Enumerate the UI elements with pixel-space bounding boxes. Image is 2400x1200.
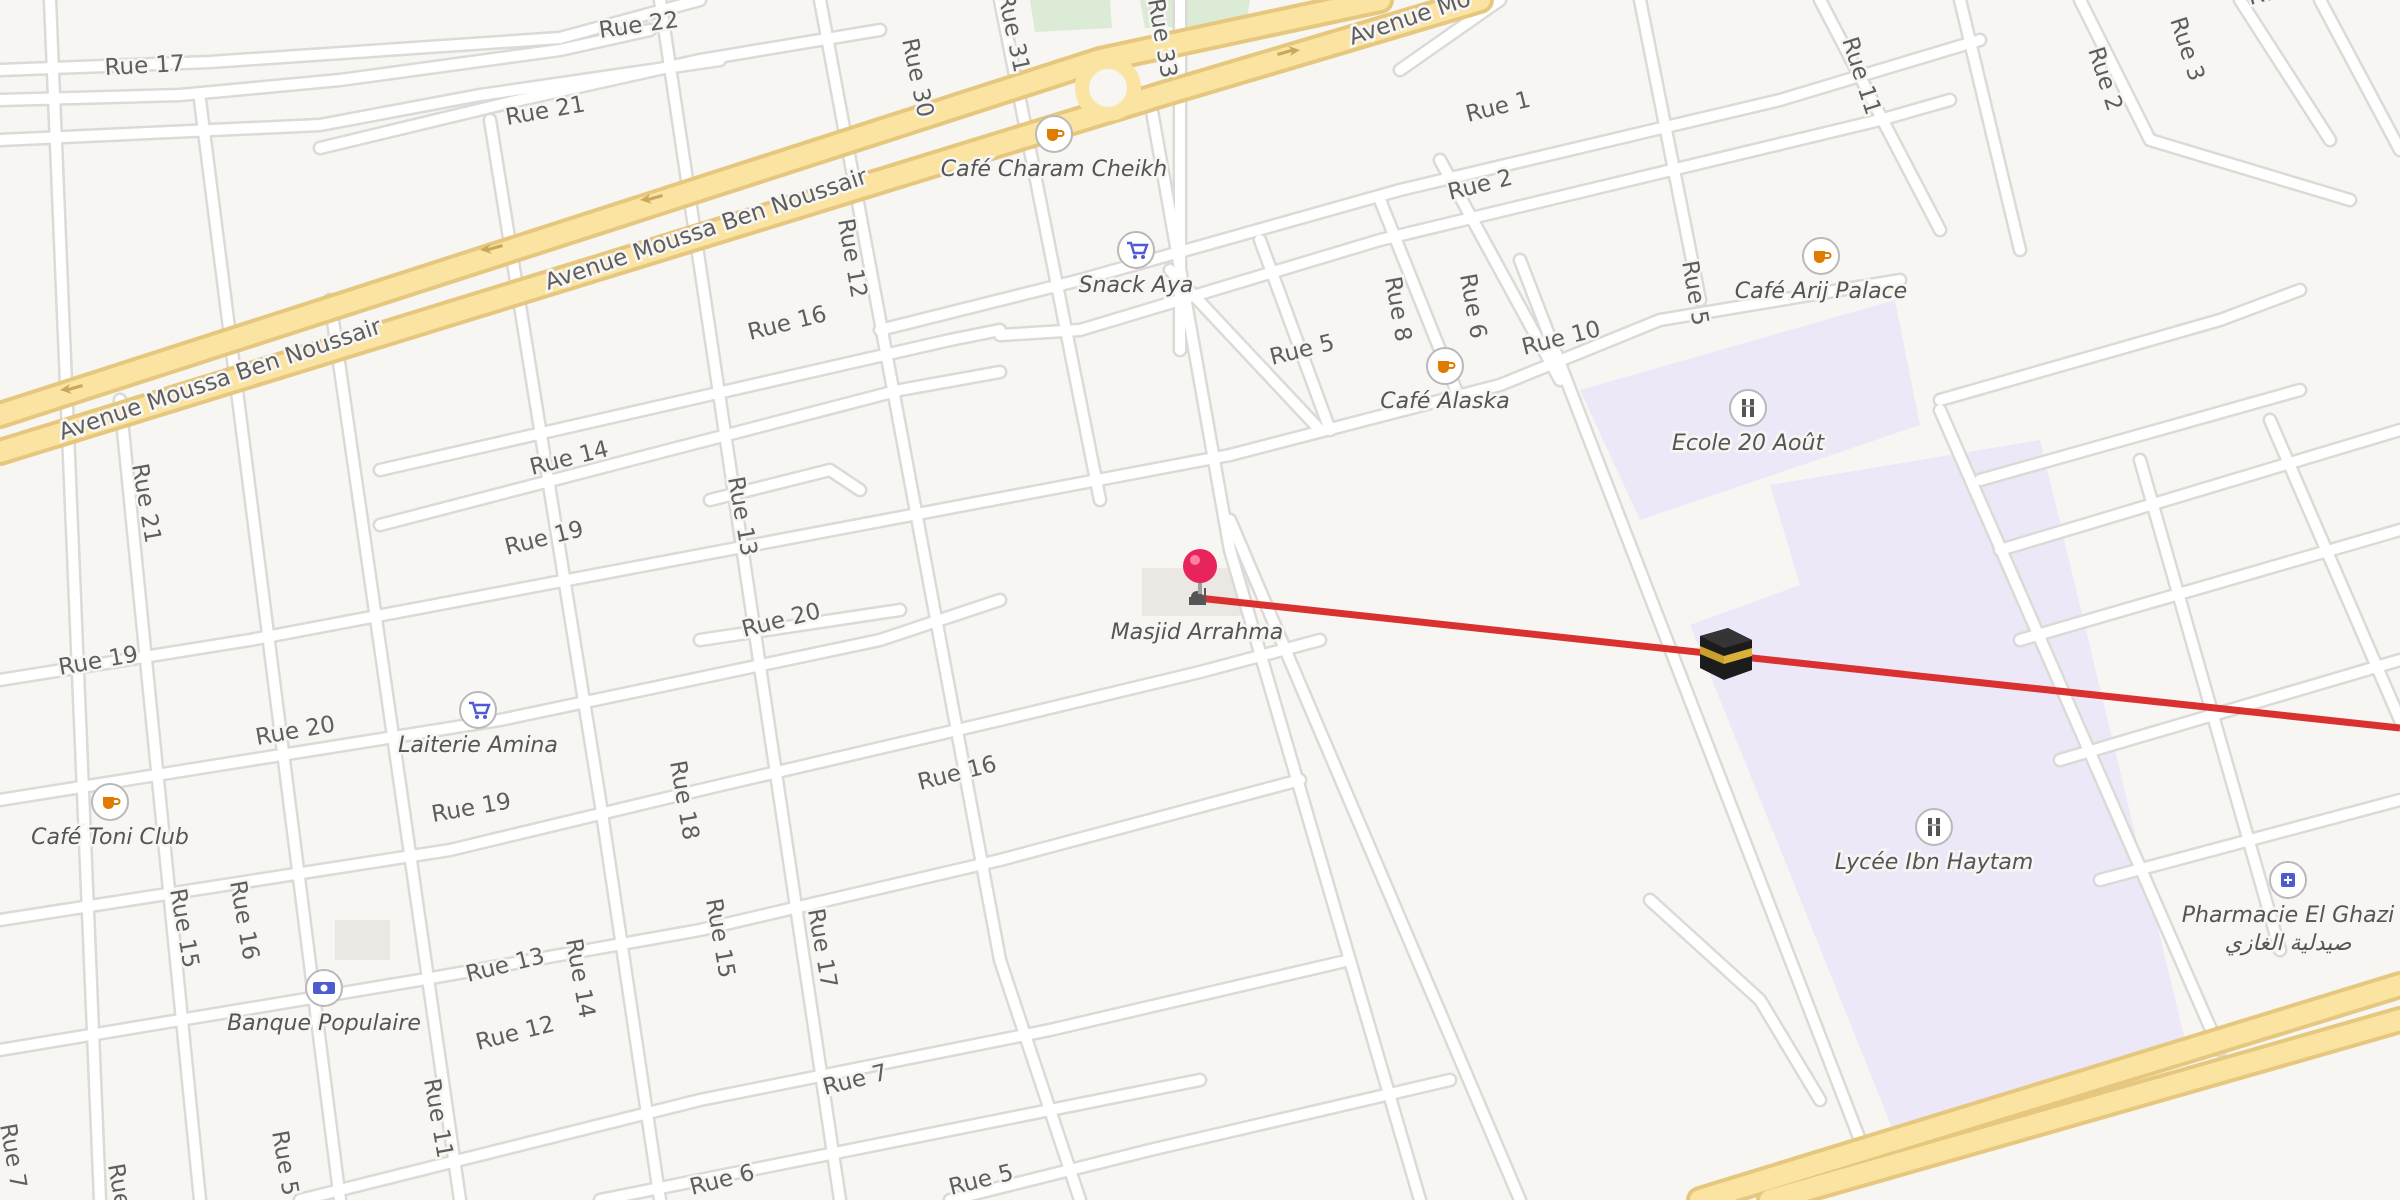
street[interactable]	[2315, 0, 2400, 155]
street-casing	[1642, 892, 1828, 1108]
street-label: Rue 16	[224, 879, 264, 963]
street-label: Rue 13	[463, 943, 547, 988]
street[interactable]	[1935, 285, 2305, 405]
street-label: Rue 6	[687, 1160, 757, 1200]
street[interactable]	[2235, 0, 2335, 145]
poi-label: Masjid Arrahma	[1111, 620, 1284, 645]
map-canvas[interactable]: Rue 17Rue 22Rue 21Rue 31 Rue 33Rue 30 Rue …	[0, 0, 2400, 1200]
street[interactable]	[1955, 0, 2025, 255]
street-label: Rue 17	[104, 51, 186, 81]
poi-icon-bg	[1915, 808, 1953, 846]
poi-label: Banque Populaire	[227, 1011, 421, 1036]
poi-icon-bg	[459, 691, 497, 729]
street[interactable]	[945, 1075, 1455, 1200]
poi-label: Café Arij Palace	[1735, 279, 1907, 304]
street[interactable]	[45, 0, 105, 1200]
poi-label: Snack Aya	[1079, 273, 1194, 298]
poi[interactable]: Café Arij Palace	[1732, 237, 1910, 307]
poi-label: Lycée Ibn Haytam	[1835, 850, 2034, 875]
building	[335, 920, 390, 960]
street-label: Rue 6	[1454, 272, 1491, 341]
street-label: Rue 12	[473, 1011, 557, 1056]
street-label: Rue 16	[745, 301, 829, 346]
street-label: Rue 7	[0, 1122, 31, 1191]
street-label: Rue 3	[2164, 14, 2209, 84]
poi-label: Laiterie Amina	[398, 733, 558, 758]
street-label: Rue 31	[992, 0, 1034, 75]
poi-label: Café Toni Club	[31, 825, 189, 850]
street-label: Rue 30	[896, 36, 938, 120]
street[interactable]	[1635, 0, 1705, 305]
poi-label-arabic: صيدلية الغازي	[2225, 931, 2352, 956]
street-label: Rue 19	[502, 516, 586, 561]
street-label: Rue 4	[2245, 0, 2315, 11]
park-area	[1030, 0, 1112, 32]
street[interactable]	[995, 325, 1085, 340]
poi[interactable]: Pharmacie El Ghazi صيدلية الغازي	[2179, 861, 2397, 959]
street-label: Rue 19	[57, 641, 141, 681]
street-label: Rue 19	[430, 788, 514, 828]
poi-label: Pharmacie El Ghazi	[2182, 903, 2395, 928]
street-label: Rue 11	[418, 1077, 458, 1161]
poi-icon-bg	[1117, 231, 1155, 269]
poi-label: Café Charam Cheikh	[941, 157, 1168, 182]
street-label: Rue	[102, 1162, 135, 1200]
roundabout[interactable]	[1075, 55, 1141, 121]
street[interactable]	[1995, 425, 2400, 555]
bank-icon	[313, 982, 335, 994]
street-label: Rue 1	[1463, 87, 1533, 128]
poi-label: Ecole 20 Août	[1672, 431, 1826, 456]
poi-icon-bg	[1729, 389, 1767, 427]
poi-label: Café Alaska	[1380, 389, 1509, 414]
pharmacy-icon	[2281, 873, 2295, 887]
street-label: Rue 15	[700, 897, 740, 981]
street-label: Rue 5	[266, 1129, 303, 1198]
street-label: Rue 7	[820, 1060, 890, 1101]
